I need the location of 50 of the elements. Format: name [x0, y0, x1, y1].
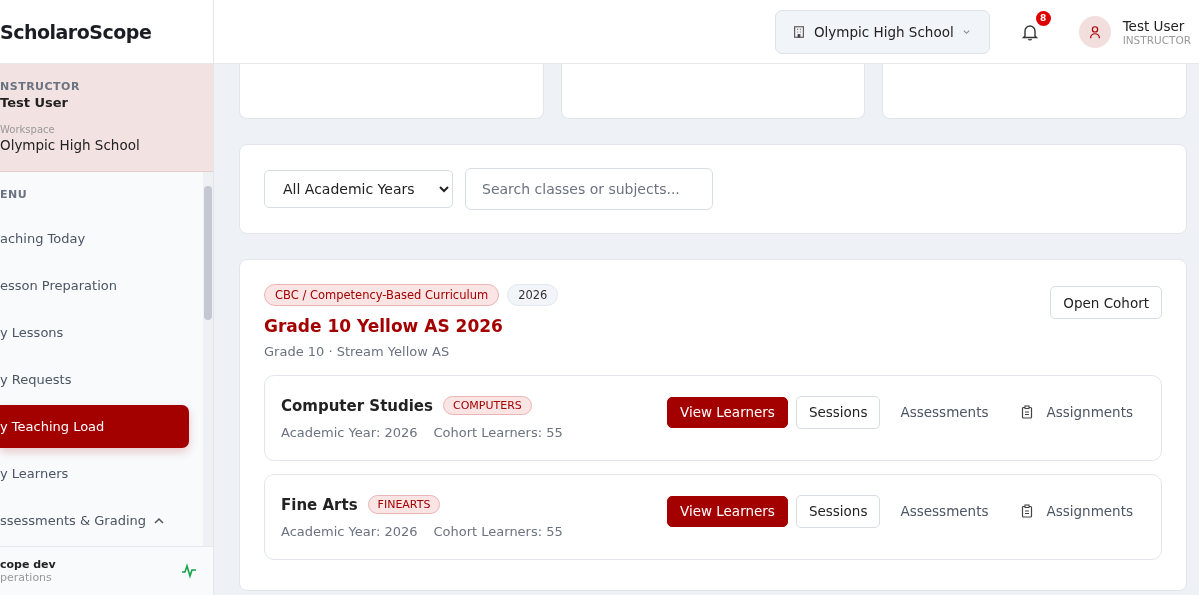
- notification-count: 8: [1035, 10, 1051, 26]
- cohort-title: Grade 10 Yellow AS 2026: [264, 316, 504, 336]
- footer-subtitle: perations: [0, 571, 53, 584]
- menu-item[interactable]: ssessments & Grading: [0, 499, 189, 542]
- learner-count: Cohort Learners: 55: [433, 425, 563, 440]
- brand-logo: ScholaroScope: [0, 0, 213, 64]
- caret-icon: [961, 27, 971, 36]
- year-tag: 2026: [507, 284, 559, 306]
- menu-item[interactable]: y Learners: [0, 452, 189, 495]
- clipboard-icon: [1020, 405, 1035, 419]
- activity-icon: [181, 563, 197, 579]
- role-label: NSTRUCTOR: [0, 80, 81, 93]
- clipboard-icon: [1020, 504, 1035, 518]
- sessions-button[interactable]: Sessions: [795, 395, 881, 429]
- cohort-subtitle: Grade 10 · Stream Yellow AS: [264, 344, 451, 359]
- view-learners-button[interactable]: View Learners: [666, 495, 788, 527]
- menu-heading: ENU: [0, 188, 29, 201]
- workspace-name: Olympic High School: [0, 137, 141, 153]
- subject-code: COMPUTERS: [442, 396, 532, 415]
- scrollbar[interactable]: [203, 172, 213, 546]
- academic-year: Academic Year: 2026: [281, 524, 418, 539]
- user-name: Test User: [1122, 17, 1186, 34]
- subject-name: Fine Arts: [281, 495, 358, 514]
- notifications-button[interactable]: 8: [1013, 10, 1051, 48]
- year-select[interactable]: All Academic Years: [264, 170, 453, 208]
- learner-count: Cohort Learners: 55: [433, 524, 563, 539]
- subject-name: Computer Studies: [281, 396, 433, 415]
- assignments-link[interactable]: Assignments: [1008, 503, 1145, 519]
- view-learners-button[interactable]: View Learners: [666, 396, 788, 428]
- menu-item[interactable]: y Lessons: [0, 311, 189, 354]
- sessions-button[interactable]: Sessions: [795, 494, 881, 528]
- menu-item[interactable]: y Requests: [0, 358, 189, 401]
- menu-item[interactable]: esson Preparation: [0, 264, 189, 307]
- search-field[interactable]: Search classes or subjects...: [465, 168, 713, 210]
- user-name: Test User: [0, 95, 69, 110]
- assessments-link[interactable]: Assessments: [888, 404, 1001, 420]
- assignments-link[interactable]: Assignments: [1008, 404, 1145, 420]
- menu-item[interactable]: y Teaching Load: [0, 405, 189, 448]
- menu-item[interactable]: aching Today: [0, 217, 189, 260]
- curriculum-tag: CBC / Competency-Based Curriculum: [264, 284, 500, 306]
- open-cohort-button[interactable]: Open Cohort: [1050, 286, 1162, 319]
- academic-year: Academic Year: 2026: [281, 425, 418, 440]
- building-icon: [792, 24, 806, 39]
- assessments-link[interactable]: Assessments: [888, 503, 1001, 519]
- school-switcher[interactable]: Olympic High School: [775, 9, 990, 54]
- workspace-label: Workspace: [0, 124, 56, 135]
- user-role: INSTRUCTOR: [1122, 33, 1191, 46]
- subject-code: FINEARTS: [367, 495, 441, 514]
- avatar-icon[interactable]: [1078, 15, 1111, 48]
- footer-title: cope dev: [0, 558, 56, 571]
